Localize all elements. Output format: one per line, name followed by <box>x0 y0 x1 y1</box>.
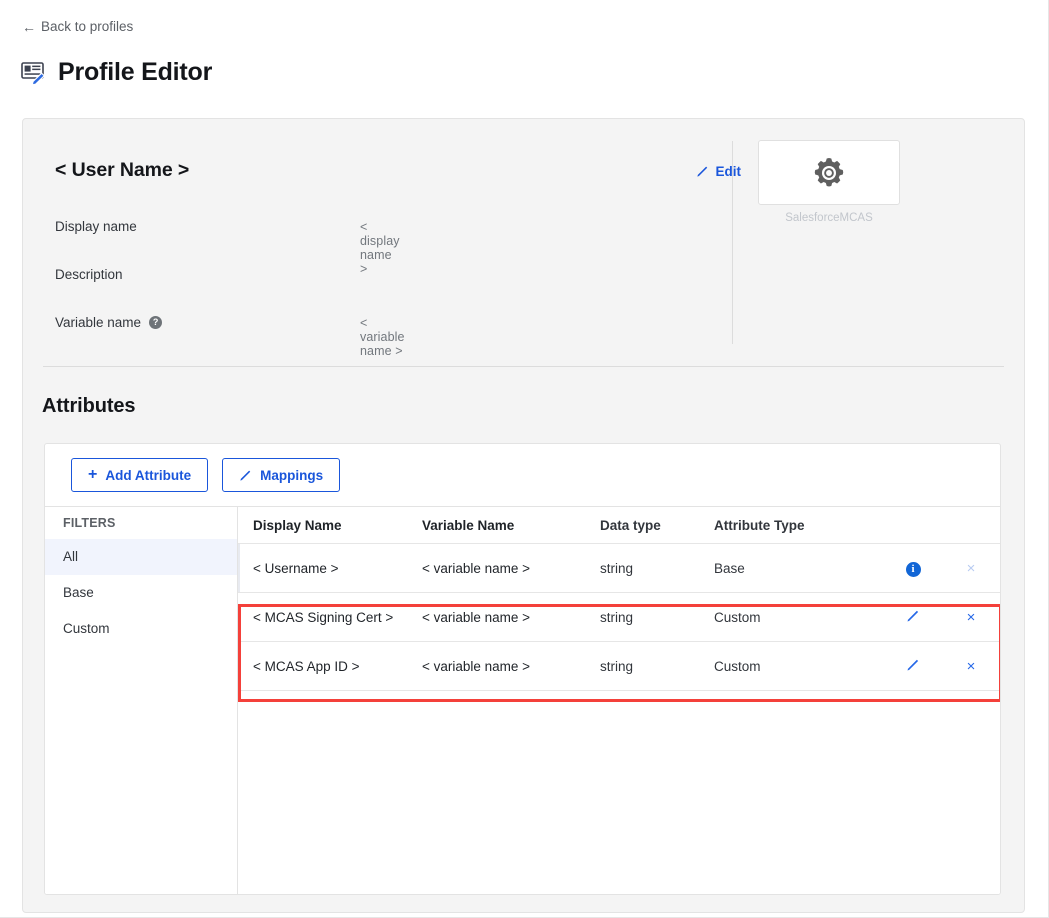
page-title: Profile Editor <box>58 58 212 87</box>
field-description-label: Description <box>55 267 123 282</box>
back-to-profiles-link[interactable]: ← Back to profiles <box>22 19 133 34</box>
edit-pencil-icon <box>906 658 920 672</box>
row-action-edit[interactable] <box>884 658 942 675</box>
cell-display-name: < Username > <box>238 561 422 576</box>
field-variable-name-label: Variable name ? <box>55 315 162 330</box>
filter-item-custom[interactable]: Custom <box>45 611 237 647</box>
profile-editor-icon <box>20 59 48 87</box>
row-action-edit[interactable] <box>884 609 942 626</box>
cell-data-type: string <box>600 610 714 625</box>
field-display-name-label: Display name <box>55 219 137 234</box>
row-action-delete[interactable]: × <box>942 609 1000 626</box>
app-name-label: SalesforceMCAS <box>758 212 900 224</box>
field-display-name: Display name < display name > <box>55 219 137 234</box>
field-variable-name: Variable name ? < variable name > <box>55 315 162 330</box>
row-accent-bar <box>238 544 240 592</box>
close-icon: × <box>967 658 976 675</box>
table-header-row: Display Name Variable Name Data type Att… <box>238 507 1001 544</box>
arrow-left-icon: ← <box>22 20 36 34</box>
profile-summary: < User Name > Edit Display name < displa… <box>23 119 1024 367</box>
add-attribute-label: Add Attribute <box>105 468 191 483</box>
filter-item-base[interactable]: Base <box>45 575 237 611</box>
edit-button[interactable]: Edit <box>696 164 742 179</box>
cell-display-name: < MCAS App ID > <box>238 659 422 674</box>
close-icon: × <box>967 609 976 626</box>
cell-data-type: string <box>600 659 714 674</box>
pencil-icon <box>696 165 709 178</box>
edit-label: Edit <box>716 164 742 179</box>
gear-icon <box>810 154 848 192</box>
cell-display-name: < MCAS Signing Cert > <box>238 610 422 625</box>
app-icon-tile[interactable] <box>758 140 900 205</box>
plus-icon: + <box>88 467 97 483</box>
filters-heading: FILTERS <box>45 507 237 539</box>
close-icon: × <box>967 560 976 577</box>
column-header-display-name: Display Name <box>238 518 422 533</box>
field-description: Description <box>55 267 123 282</box>
profile-card: < User Name > Edit Display name < displa… <box>22 118 1025 913</box>
row-action-delete[interactable]: × <box>942 658 1000 675</box>
column-header-variable-name: Variable Name <box>422 518 600 533</box>
row-action-delete[interactable]: × <box>942 560 1000 577</box>
field-variable-name-text: Variable name <box>55 315 141 330</box>
field-display-name-value: < display name > <box>360 220 400 276</box>
attributes-panel: + Add Attribute Mappings FILTERS All Bas… <box>44 443 1001 895</box>
field-variable-name-value: < variable name > <box>360 316 405 358</box>
pencil-icon <box>239 469 252 482</box>
filters-sidebar: FILTERS All Base Custom <box>45 506 238 895</box>
attributes-heading: Attributes <box>42 395 135 418</box>
cell-variable-name: < variable name > <box>422 659 600 674</box>
mappings-button[interactable]: Mappings <box>222 458 340 492</box>
cell-variable-name: < variable name > <box>422 561 600 576</box>
page-title-row: Profile Editor <box>20 58 212 87</box>
profile-editor-page: ← Back to profiles Profile Editor < User… <box>0 0 1049 918</box>
info-icon: i <box>906 562 921 577</box>
cell-variable-name: < variable name > <box>422 610 600 625</box>
add-attribute-button[interactable]: + Add Attribute <box>71 458 208 492</box>
attributes-toolbar: + Add Attribute Mappings <box>45 444 1000 506</box>
attributes-table: Display Name Variable Name Data type Att… <box>238 506 1001 895</box>
cell-data-type: string <box>600 561 714 576</box>
row-action-info[interactable]: i <box>884 560 942 577</box>
column-header-data-type: Data type <box>600 518 714 533</box>
filter-item-all[interactable]: All <box>45 539 237 575</box>
table-row[interactable]: < MCAS App ID > < variable name > string… <box>238 642 1001 691</box>
cell-attribute-type: Custom <box>714 659 884 674</box>
section-divider <box>43 366 1004 367</box>
mappings-label: Mappings <box>260 468 323 483</box>
user-name: < User Name > <box>55 159 189 182</box>
profile-vertical-divider <box>732 141 733 344</box>
table-row[interactable]: < Username > < variable name > string Ba… <box>238 544 1001 593</box>
back-to-profiles-label: Back to profiles <box>41 19 133 34</box>
cell-attribute-type: Custom <box>714 610 884 625</box>
help-circle-icon[interactable]: ? <box>149 316 162 329</box>
edit-pencil-icon <box>906 609 920 623</box>
column-header-attribute-type: Attribute Type <box>714 518 884 533</box>
table-row[interactable]: < MCAS Signing Cert > < variable name > … <box>238 593 1001 642</box>
cell-attribute-type: Base <box>714 561 884 576</box>
